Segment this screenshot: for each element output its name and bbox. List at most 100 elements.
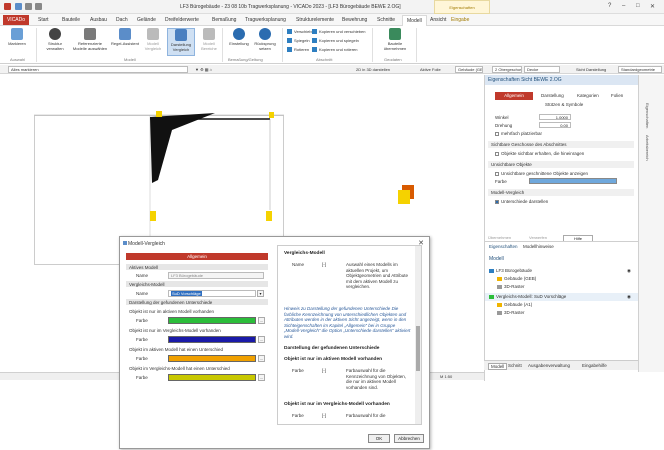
cancel-button[interactable]: Abbrechen: [394, 434, 424, 443]
tab-stuetzen[interactable]: Stützen & Symbole: [545, 102, 583, 107]
section-unsichtbare-objekte[interactable]: Unsichtbare Objekte: [488, 161, 634, 168]
spiegeln-button[interactable]: Spiegeln: [287, 38, 310, 44]
tree-item-gebaeude[interactable]: Gebäude (GEB): [497, 276, 536, 281]
tree-item-active-model[interactable]: LF3 Bürogebäude: [489, 268, 532, 273]
sidebar-tab-eigenschaften[interactable]: Eigenschaften: [645, 103, 650, 128]
dialog-tab-allgemein[interactable]: Allgemein: [126, 253, 268, 260]
diff-compare-color-swatch[interactable]: [168, 374, 256, 381]
tab-folien[interactable]: Folien: [611, 93, 623, 98]
maximize-icon[interactable]: □: [636, 3, 640, 9]
section-modell-vergleich[interactable]: Modell-Vergleich: [488, 189, 634, 196]
tab-kategorien[interactable]: Kategorien: [577, 93, 599, 98]
diff-compare-label: Objekt im Vergleichs-Modell hat einen Un…: [129, 366, 230, 371]
filter-icons[interactable]: ▼ ⚙ ▦ ⌂: [195, 67, 212, 72]
help-scrollbar-thumb[interactable]: [416, 326, 420, 371]
help-scrollbar[interactable]: [415, 246, 421, 424]
darstellung-vergleich-button[interactable]: Darstellung Vergleich: [167, 28, 195, 56]
tab-dreifelderwerte[interactable]: Dreifelderwerte: [165, 17, 199, 23]
farbe-label: Farbe: [136, 337, 148, 342]
kopieren-rotieren-button[interactable]: Kopieren und rotieren: [312, 47, 357, 53]
diff-compare-color-button[interactable]: …: [258, 374, 265, 381]
diff-active-color-swatch[interactable]: [168, 355, 256, 362]
objekte-sichtbar-checkbox[interactable]: Objekte sichtbar erhalten, die hineinrag…: [495, 151, 584, 156]
tab-eingabehilfe[interactable]: Eingabehilfe: [582, 363, 607, 368]
only-compare-color-button[interactable]: …: [258, 336, 265, 343]
tab-eigenschaften[interactable]: Eigenschaften: [489, 244, 518, 249]
layer-dropdown[interactable]: Decke: [524, 66, 560, 73]
regel-assistent-button[interactable]: Regel-Assistent: [110, 28, 140, 46]
ok-button[interactable]: OK: [368, 434, 390, 443]
tab-ausbau[interactable]: Ausbau: [90, 17, 107, 23]
visibility-icon[interactable]: ◉: [627, 268, 631, 274]
column-marker: [156, 111, 162, 117]
storey-dropdown[interactable]: 2 Obergeschoss: [492, 66, 522, 73]
referenzierte-modelle-button[interactable]: Referenzierte Modelle auswählen: [72, 28, 108, 51]
farbe-swatch[interactable]: [529, 178, 617, 184]
section-sichtbare-geschosse[interactable]: Sichtbare Geschosse des Abschnittes: [488, 141, 634, 148]
building-dropdown[interactable]: Gebäude (GEB): [455, 66, 483, 73]
modell-vergleich-dialog: Modell-Vergleich ✕ Allgemein Aktives Mod…: [119, 236, 430, 449]
sidebar-tab-arbeitsbereich[interactable]: Arbeitsbereich: [645, 135, 650, 161]
visibility-icon[interactable]: ◉: [627, 294, 631, 300]
dialog-help-pane[interactable]: Vergleichs-Modell Name [-] Auswahl eines…: [277, 245, 422, 425]
markieren-button[interactable]: Markieren: [2, 28, 32, 46]
tab-ansicht[interactable]: Ansicht: [430, 17, 446, 23]
drehung-input[interactable]: 0.00: [539, 122, 571, 128]
compare-model-dropdown[interactable]: SuD Vorschläge: [168, 290, 256, 297]
only-active-color-button[interactable]: …: [258, 317, 265, 324]
unterschiede-checkbox[interactable]: Unterschiede darstellen: [495, 199, 548, 204]
minimize-icon[interactable]: –: [622, 3, 625, 9]
bauteile-uebernehmen-button[interactable]: Bauteile übernehmen: [378, 28, 412, 51]
modell-vergleich-button[interactable]: Modell Vergleich: [140, 28, 166, 51]
only-active-color-swatch[interactable]: [168, 317, 256, 324]
tree-item-gebaeude-a1[interactable]: Gebäude (A1): [497, 302, 532, 307]
undo-icon[interactable]: [25, 3, 32, 10]
tab-vicado[interactable]: VICADo: [3, 15, 29, 25]
struktur-verwalten-button[interactable]: Struktur verwalten: [40, 28, 70, 51]
group-abschnitt: Abschnitt: [316, 57, 333, 62]
compare-model-dropdown-arrow[interactable]: ▾: [257, 290, 264, 297]
tab-darstellung[interactable]: Darstellung: [541, 93, 564, 98]
tab-gelaende[interactable]: Gelände: [137, 17, 156, 23]
tab-modell-bottom[interactable]: Modell: [488, 363, 508, 370]
tab-schnitte[interactable]: Schnitte: [377, 17, 395, 23]
save-icon[interactable]: [15, 3, 22, 10]
geometry-dropdown[interactable]: Standardgeometrie: [618, 66, 662, 73]
close-icon[interactable]: ✕: [650, 3, 655, 10]
help-heading-compare-model: Vergleichs-Modell: [284, 251, 325, 256]
tab-strukturelemente[interactable]: Strukturelemente: [296, 17, 334, 23]
mehrfach-checkbox[interactable]: mehrfach platzierbar: [495, 131, 542, 136]
tab-bemassung[interactable]: Bemaßung: [212, 17, 236, 23]
tree-item-raster-2[interactable]: 3D-Raster: [497, 310, 525, 315]
kopieren-spiegeln-button[interactable]: Kopieren und spiegeln: [312, 38, 359, 44]
tab-schnitt[interactable]: Schnitt: [508, 363, 522, 368]
tab-modellhinweise[interactable]: Modellhinweise: [523, 244, 554, 249]
tab-dach[interactable]: Dach: [116, 17, 128, 23]
tab-eingabe[interactable]: Eingabe: [451, 17, 469, 23]
unsichtbare-anzeigen-checkbox[interactable]: Unsichtbare geschnittene Objekte anzeige…: [495, 171, 588, 176]
ribbon-tabs: VICADo Start Bauteile Ausbau Dach Geländ…: [0, 14, 664, 26]
help-icon[interactable]: ?: [608, 3, 611, 9]
tab-bewehrung[interactable]: Bewehrung: [342, 17, 367, 23]
modell-bereiche-button[interactable]: Modell Bereiche: [196, 28, 222, 51]
ruecksprung-setzen-button[interactable]: Rücksprung setzen: [250, 28, 280, 51]
models-icon: [84, 28, 96, 40]
tab-bauteile[interactable]: Bauteile: [62, 17, 80, 23]
tree-item-compare-model[interactable]: Vergleichs-Modell: SuD Vorschläge: [489, 294, 566, 299]
diff-active-color-button[interactable]: …: [258, 355, 265, 362]
kopieren-verschieben-button[interactable]: Kopieren und verschieben: [312, 29, 365, 35]
redo-icon[interactable]: [35, 3, 42, 10]
tree-item-raster[interactable]: 3D-Raster: [497, 284, 525, 289]
view-mode-toggle[interactable]: 2D in 3D darstellen: [356, 67, 390, 72]
rotieren-button[interactable]: Rotieren: [287, 47, 309, 53]
tab-tragwerksplanung[interactable]: Tragwerksplanung: [245, 17, 286, 23]
selection-filter-dropdown[interactable]: Alles markieren: [8, 66, 188, 73]
tab-modell[interactable]: Modell: [402, 15, 427, 26]
only-compare-color-swatch[interactable]: [168, 336, 256, 343]
tab-ausgabenverwaltung[interactable]: Ausgabenverwaltung: [528, 363, 570, 368]
winkel-input[interactable]: 1.0000: [539, 114, 571, 120]
active-folio-toggle[interactable]: Aktive Folie: [420, 67, 441, 72]
navigator-title: Modell: [489, 256, 504, 262]
tab-allgemein[interactable]: Allgemein: [495, 92, 533, 100]
tab-start[interactable]: Start: [38, 17, 49, 23]
